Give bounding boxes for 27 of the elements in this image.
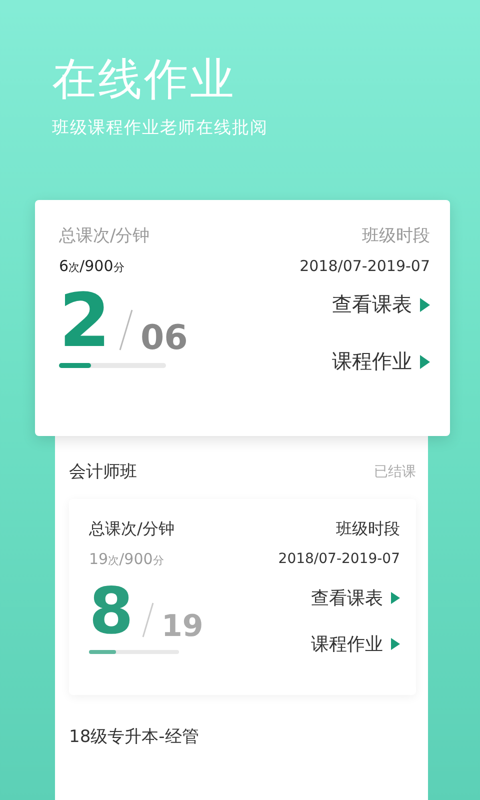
slash-icon [118, 309, 132, 351]
class-name: 18级专升本-经管 [69, 726, 199, 748]
course-link[interactable]: 查看课表 [332, 291, 430, 318]
stats-text: 19次/900分 [89, 550, 164, 568]
period-text: 2018/07-2019-07 [278, 551, 400, 567]
period-text: 2018/07-2019-07 [300, 257, 430, 275]
slash-icon [142, 602, 154, 638]
period-label: 班级时段 [362, 225, 430, 247]
done-count: 2 [59, 289, 110, 353]
period-label: 班级时段 [336, 519, 400, 540]
class-name: 会计师班 [69, 461, 137, 483]
course-link[interactable]: 课程作业 [332, 348, 430, 375]
page-subtitle: 班级课程作业老师在线批阅 [52, 117, 269, 139]
triangle-icon [420, 354, 430, 368]
stats-label: 总课次/分钟 [89, 519, 174, 540]
triangle-icon [391, 638, 400, 650]
triangle-icon [420, 298, 430, 312]
stats-label: 总课次/分钟 [59, 225, 150, 247]
total-count: 06 [140, 323, 188, 353]
class-status: 已结课 [374, 462, 416, 480]
triangle-icon [391, 592, 400, 604]
done-count: 8 [89, 584, 134, 640]
course-link[interactable]: 查看课表 [311, 586, 400, 610]
course-link[interactable]: 课程作业 [311, 632, 400, 656]
total-count: 19 [162, 614, 204, 640]
stats-text: 6次/900分 [59, 257, 124, 275]
page-title: 在线作业 [52, 53, 237, 107]
